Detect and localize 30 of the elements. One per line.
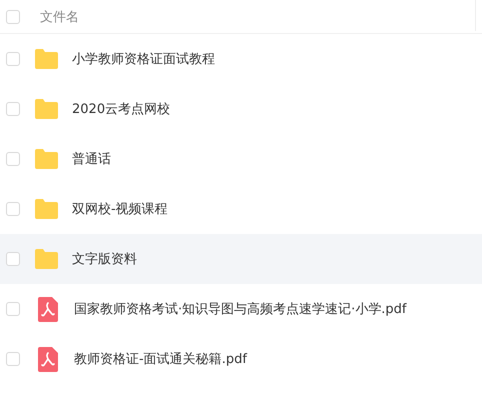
row-checkbox[interactable] xyxy=(6,202,20,216)
pdf-file-icon xyxy=(38,296,58,322)
folder-icon xyxy=(34,249,59,269)
folder-icon xyxy=(34,99,59,119)
file-name: 小学教师资格证面试教程 xyxy=(72,51,215,68)
file-name: 国家教师资格考试·知识导图与高频考点速学速记·小学.pdf xyxy=(74,301,406,318)
folder-icon xyxy=(34,149,59,169)
row-checkbox[interactable] xyxy=(6,302,20,316)
row-checkbox[interactable] xyxy=(6,52,20,66)
file-row[interactable]: 小学教师资格证面试教程 xyxy=(0,34,482,84)
row-checkbox[interactable] xyxy=(6,102,20,116)
file-row[interactable]: 双网校-视频课程 xyxy=(0,184,482,234)
file-row[interactable]: 2020云考点网校 xyxy=(0,84,482,134)
file-name: 文字版资料 xyxy=(72,251,137,268)
folder-icon xyxy=(34,199,59,219)
file-name: 普通话 xyxy=(72,150,111,168)
column-header[interactable]: 文件名 xyxy=(40,8,79,26)
file-name: 2020云考点网校 xyxy=(72,101,170,118)
file-name: 双网校-视频课程 xyxy=(72,201,168,218)
file-name: 教师资格证-面试通关秘籍.pdf xyxy=(74,351,247,368)
row-checkbox[interactable] xyxy=(6,152,20,166)
pdf-file-icon xyxy=(38,346,58,372)
file-row[interactable]: 普通话 xyxy=(0,134,482,184)
folder-icon xyxy=(34,49,59,69)
file-row[interactable]: 教师资格证-面试通关秘籍.pdf xyxy=(0,334,482,384)
file-row[interactable]: 国家教师资格考试·知识导图与高频考点速学速记·小学.pdf xyxy=(0,284,482,334)
row-checkbox[interactable] xyxy=(6,352,20,366)
file-row[interactable]: 文字版资料 xyxy=(0,234,482,284)
row-checkbox[interactable] xyxy=(6,252,20,266)
select-all-checkbox[interactable] xyxy=(6,10,20,24)
